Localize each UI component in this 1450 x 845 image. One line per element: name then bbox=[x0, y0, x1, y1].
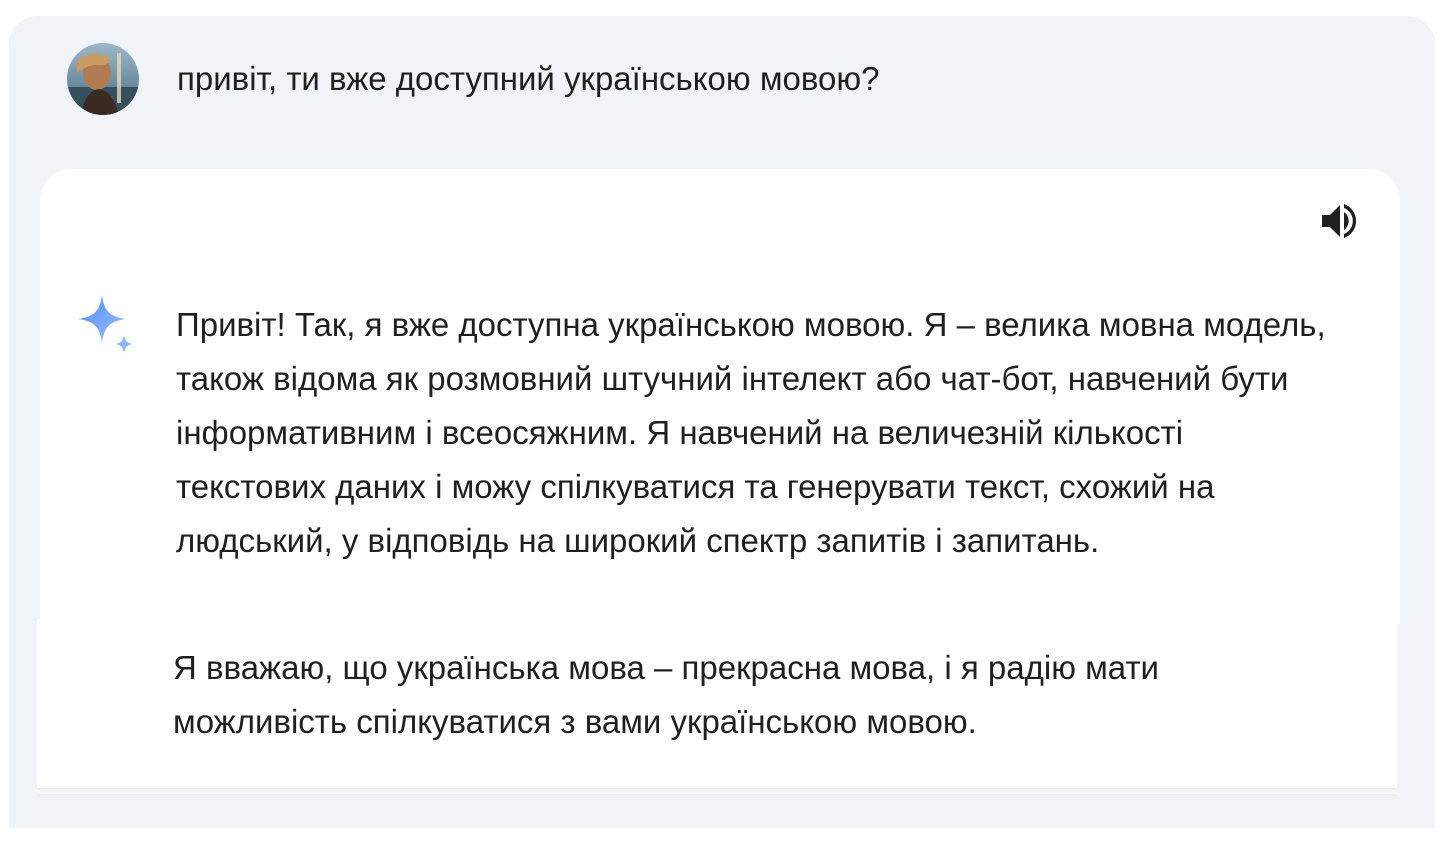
card-bottom-shadow bbox=[37, 788, 1397, 798]
response-paragraph-1: Привіт! Так, я вже доступна українською … bbox=[176, 306, 1326, 559]
response-continuation: Я вважаю, що українська мова – прекрасна… bbox=[37, 619, 1397, 794]
sparkle-icon bbox=[78, 295, 133, 353]
user-message: привіт, ти вже доступний українською мов… bbox=[67, 43, 879, 115]
chat-container: привіт, ти вже доступний українською мов… bbox=[9, 16, 1435, 828]
user-message-text: привіт, ти вже доступний українською мов… bbox=[177, 60, 880, 97]
response-card: Привіт! Так, я вже доступна українською … bbox=[40, 169, 1400, 624]
response-paragraph-2: Я вважаю, що українська мова – прекрасна… bbox=[173, 649, 1159, 740]
user-avatar-photo-icon bbox=[67, 43, 139, 115]
listen-button[interactable] bbox=[1318, 199, 1362, 243]
volume-icon bbox=[1322, 204, 1357, 238]
user-avatar[interactable] bbox=[67, 43, 139, 115]
